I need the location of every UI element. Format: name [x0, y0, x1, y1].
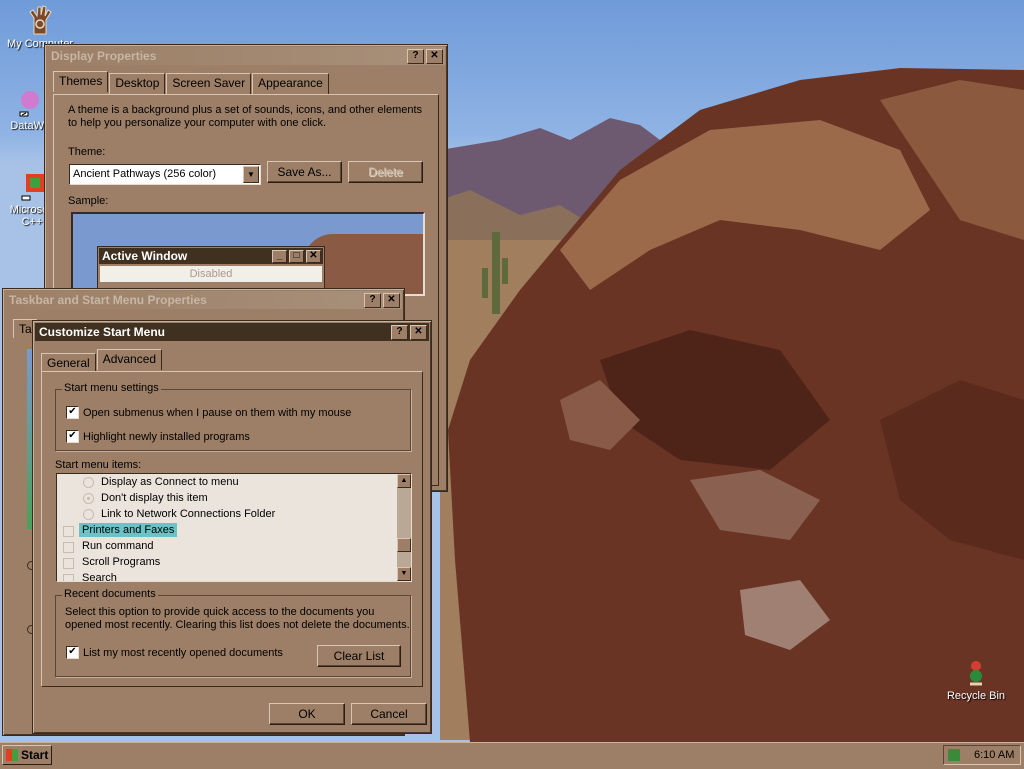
- desktop-icon-label-line2: C++: [21, 216, 43, 228]
- start-label: Start: [21, 748, 49, 762]
- customize-start-menu-window[interactable]: Customize Start Menu ? ✕ General Advance…: [32, 320, 432, 734]
- list-scrollbar[interactable]: ▲ ▼: [397, 474, 411, 581]
- checkbox-icon[interactable]: [63, 542, 74, 553]
- tab-appearance[interactable]: Appearance: [252, 73, 329, 94]
- recycle-bin-icon: [960, 656, 992, 688]
- scroll-down-icon[interactable]: ▼: [397, 567, 411, 581]
- checkbox-icon[interactable]: [63, 526, 74, 537]
- list-item[interactable]: Don't display this item: [101, 492, 208, 504]
- delete-button[interactable]: Delete: [348, 161, 423, 183]
- close-button[interactable]: ✕: [383, 292, 400, 308]
- my-computer-icon: [24, 4, 56, 36]
- cancel-button[interactable]: Cancel: [351, 703, 427, 725]
- close-button[interactable]: ✕: [410, 324, 427, 340]
- list-item[interactable]: Search: [82, 572, 117, 581]
- ok-button[interactable]: OK: [269, 703, 345, 725]
- theme-dropdown-value: Ancient Pathways (256 color): [73, 168, 217, 180]
- theme-description-line2: to help you personalize your computer wi…: [68, 117, 327, 129]
- start-menu-items-list[interactable]: Display as Connect to menu Don't display…: [56, 473, 412, 582]
- network-tray-icon[interactable]: [948, 749, 960, 761]
- list-item[interactable]: Link to Network Connections Folder: [101, 508, 275, 520]
- customize-start-menu-titlebar[interactable]: Customize Start Menu ? ✕: [35, 323, 429, 341]
- maximize-icon: □: [289, 249, 304, 263]
- close-icon: ✕: [306, 249, 321, 263]
- display-properties-titlebar[interactable]: Display Properties ? ✕: [47, 47, 445, 65]
- theme-label: Theme:: [68, 146, 106, 158]
- theme-dropdown[interactable]: Ancient Pathways (256 color) ▼: [69, 164, 261, 185]
- open-submenus-checkbox[interactable]: ✔: [66, 406, 79, 419]
- highlight-new-checkbox[interactable]: ✔: [66, 430, 79, 443]
- desktop-icon-recycle-bin[interactable]: Recycle Bin: [936, 656, 1016, 702]
- tab-desktop[interactable]: Desktop: [109, 73, 166, 94]
- sample-active-window: Active Window _ □ ✕ Disabled: [97, 246, 325, 290]
- start-button[interactable]: Start: [2, 745, 52, 765]
- recent-description-line1: Select this option to provide quick acce…: [65, 606, 375, 618]
- sample-label: Sample:: [68, 195, 109, 207]
- minimize-icon: _: [272, 249, 287, 263]
- scroll-thumb[interactable]: [397, 538, 411, 552]
- chevron-down-icon[interactable]: ▼: [243, 166, 259, 183]
- sample-preview: Active Window _ □ ✕ Disabled: [71, 212, 425, 296]
- tab-general[interactable]: General: [41, 353, 96, 372]
- list-item[interactable]: Scroll Programs: [82, 556, 160, 568]
- window-title: Taskbar and Start Menu Properties: [9, 293, 207, 307]
- list-recent-label: List my most recently opened documents: [83, 647, 283, 659]
- window-title: Customize Start Menu: [39, 325, 166, 339]
- tab-screen-saver[interactable]: Screen Saver: [166, 73, 252, 94]
- close-button[interactable]: ✕: [426, 48, 443, 64]
- taskbar-properties-titlebar[interactable]: Taskbar and Start Menu Properties ? ✕: [5, 291, 402, 309]
- list-item-selected[interactable]: Printers and Faxes: [79, 523, 178, 537]
- list-item[interactable]: Display as Connect to menu: [101, 476, 239, 488]
- sample-active-window-title: Active Window: [102, 249, 188, 263]
- start-menu-items-label: Start menu items:: [55, 459, 142, 471]
- system-tray: 6:10 AM: [943, 745, 1021, 765]
- radio-icon[interactable]: [83, 493, 94, 504]
- checkbox-icon[interactable]: [63, 558, 74, 569]
- sample-disabled-text: Disabled: [100, 266, 322, 282]
- open-submenus-label: Open submenus when I pause on them with …: [83, 407, 352, 419]
- list-item[interactable]: Run command: [82, 540, 154, 552]
- checkbox-icon[interactable]: [63, 574, 74, 581]
- taskbar: Start 6:10 AM: [0, 742, 1024, 769]
- tab-themes[interactable]: Themes: [53, 71, 109, 92]
- tab-advanced[interactable]: Advanced: [96, 349, 163, 370]
- clear-list-button[interactable]: Clear List: [317, 645, 401, 667]
- group-legend: Start menu settings: [62, 382, 161, 394]
- recent-description-line2: opened most recently. Clearing this list…: [65, 619, 410, 631]
- list-recent-checkbox[interactable]: ✔: [66, 646, 79, 659]
- help-button[interactable]: ?: [407, 48, 424, 64]
- save-as-button[interactable]: Save As...: [267, 161, 342, 183]
- radio-icon[interactable]: [83, 509, 94, 520]
- desktop-icon-label: Recycle Bin: [946, 690, 1006, 702]
- datawa-shortcut-icon: [14, 86, 46, 118]
- scroll-up-icon[interactable]: ▲: [397, 474, 411, 488]
- theme-description-line1: A theme is a background plus a set of so…: [68, 104, 423, 116]
- radio-icon[interactable]: [83, 477, 94, 488]
- group-legend: Recent documents: [62, 588, 158, 600]
- help-button[interactable]: ?: [391, 324, 408, 340]
- windows-logo-icon: [6, 749, 18, 761]
- highlight-new-label: Highlight newly installed programs: [83, 431, 250, 443]
- clock[interactable]: 6:10 AM: [974, 749, 1014, 761]
- window-title: Display Properties: [51, 49, 157, 63]
- help-button[interactable]: ?: [364, 292, 381, 308]
